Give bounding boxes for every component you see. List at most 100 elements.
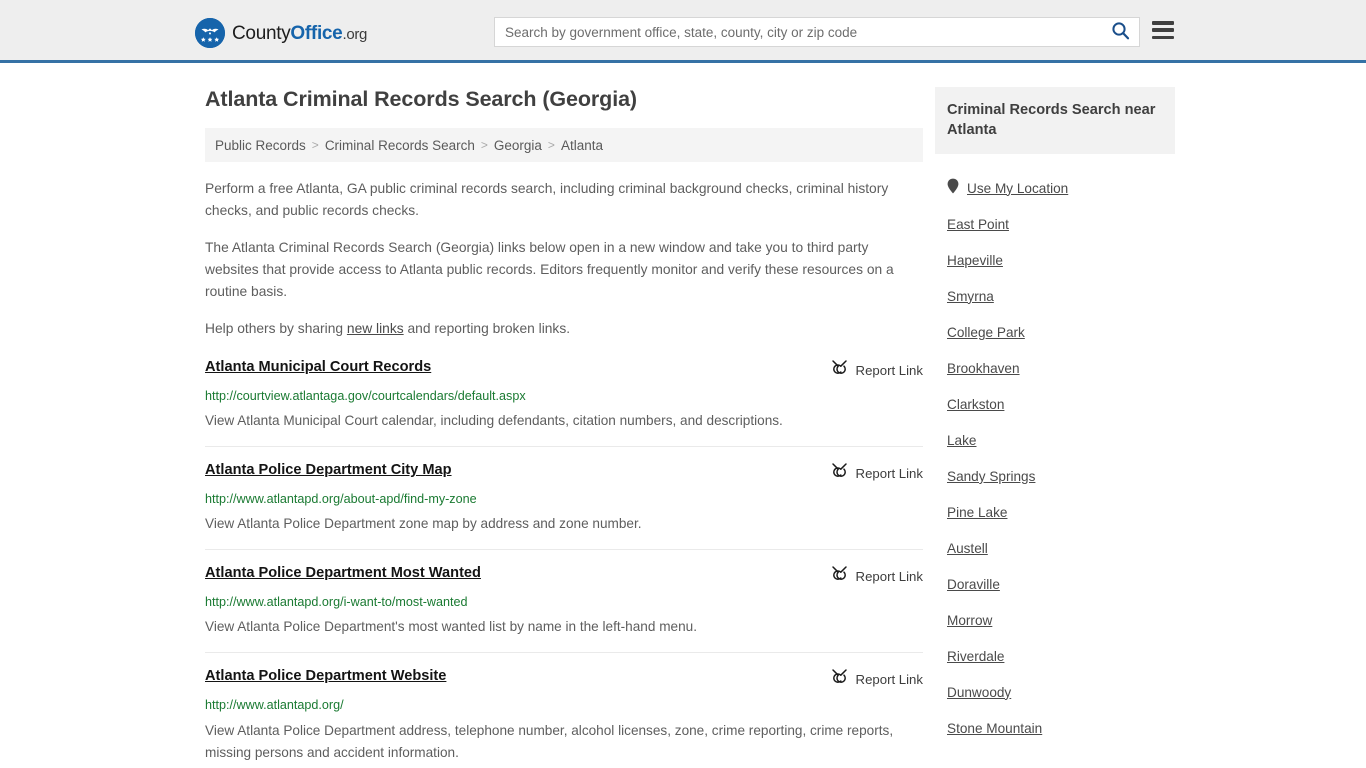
result-description: View Atlanta Police Department address, … [205,722,894,760]
report-link-label: Report Link [855,671,923,687]
sidebar-item-dunwoody[interactable]: Dunwoody [935,674,1175,710]
breadcrumb: Public Records > Criminal Records Search… [205,128,923,162]
map-pin-icon [947,178,959,199]
sidebar-link[interactable]: Dunwoody [947,685,1011,700]
report-link-button[interactable]: Report Link [831,461,923,484]
search-bar[interactable] [494,17,1140,47]
result-title-link[interactable]: Atlanta Municipal Court Records [205,358,431,376]
result-title-link[interactable]: Atlanta Police Department Most Wanted [205,564,481,582]
sidebar-item-smyrna[interactable]: Smyrna [935,278,1175,314]
sidebar-link[interactable]: Lake [947,433,976,448]
sidebar-item-lake[interactable]: Lake [935,422,1175,458]
sidebar-link[interactable]: Clarkston [947,397,1004,412]
sidebar-link[interactable]: Sandy Springs [947,469,1035,484]
sidebar-link[interactable]: Pine Lake [947,505,1007,520]
sidebar-heading: Criminal Records Search near Atlanta [935,87,1175,155]
broken-link-icon [831,359,848,381]
sidebar-item-hapeville[interactable]: Hapeville [935,242,1175,278]
help-line-before: Help others by sharing [205,320,347,336]
result-title-link[interactable]: Atlanta Police Department Website [205,667,446,685]
sidebar-item-stone-mountain[interactable]: Stone Mountain [935,710,1175,746]
report-link-button[interactable]: Report Link [831,564,923,587]
use-my-location-link[interactable]: Use My Location [967,181,1068,196]
sidebar-item-brookhaven[interactable]: Brookhaven [935,350,1175,386]
sidebar-item-doraville[interactable]: Doraville [935,566,1175,602]
result-header: Atlanta Police Department City Map Repor… [205,461,923,484]
result-description: View Atlanta Municipal Court calendar, i… [205,413,783,429]
sidebar-item-clarkston[interactable]: Clarkston [935,386,1175,422]
sidebar-item-college-park[interactable]: College Park [935,314,1175,350]
help-line: Help others by sharing new links and rep… [205,318,917,340]
sidebar-link[interactable]: Riverdale [947,649,1004,664]
sidebar-item-austell[interactable]: Austell [935,530,1175,566]
report-link-label: Report Link [855,568,923,584]
new-links-link[interactable]: new links [347,321,404,336]
breadcrumb-separator-icon: > [547,138,555,152]
sidebar-link[interactable]: Brookhaven [947,361,1020,376]
result-item: Atlanta Police Department Website Report… [205,667,923,768]
result-header: Atlanta Municipal Court Records Report L… [205,358,923,381]
broken-link-icon [831,565,848,587]
report-link-label: Report Link [855,465,923,481]
sidebar-link[interactable]: Austell [947,541,988,556]
intro-text: Perform a free Atlanta, GA public crimin… [205,178,923,340]
site-header: CountyOffice.org [0,0,1366,63]
sidebar-link[interactable]: Morrow [947,613,992,628]
sidebar-item-use-my-location[interactable]: Use My Location [935,170,1175,206]
breadcrumb-item-criminal-records-search[interactable]: Criminal Records Search [325,138,475,153]
sidebar-item-riverdale[interactable]: Riverdale [935,638,1175,674]
hamburger-bar [1152,35,1174,39]
hamburger-bar [1152,21,1174,25]
result-header: Atlanta Police Department Website Report… [205,667,923,690]
breadcrumb-item-georgia[interactable]: Georgia [494,138,542,153]
search-input[interactable] [495,18,1101,46]
main-content: Atlanta Criminal Records Search (Georgia… [205,87,923,768]
breadcrumb-item-atlanta[interactable]: Atlanta [561,138,603,153]
site-logo[interactable]: CountyOffice.org [195,18,367,48]
intro-paragraph-1: Perform a free Atlanta, GA public crimin… [205,181,889,219]
sidebar-link[interactable]: Smyrna [947,289,994,304]
sidebar-link[interactable]: Doraville [947,577,1000,592]
logo-text-office: Office [290,22,343,44]
site-logo-text: CountyOffice.org [232,24,367,43]
broken-link-icon [831,668,848,690]
report-link-button[interactable]: Report Link [831,358,923,381]
sidebar: Criminal Records Search near Atlanta Use… [935,87,1175,746]
result-header: Atlanta Police Department Most Wanted Re… [205,564,923,587]
result-title-link[interactable]: Atlanta Police Department City Map [205,461,452,479]
results-list: Atlanta Municipal Court Records Report L… [205,356,923,768]
sidebar-nearby-list: Use My Location East Point Hapeville Smy… [935,170,1175,746]
sidebar-item-east-point[interactable]: East Point [935,206,1175,242]
broken-link-icon [831,462,848,484]
result-item: Atlanta Police Department Most Wanted Re… [205,564,923,654]
hamburger-bar [1152,28,1174,32]
hamburger-menu-icon[interactable] [1152,21,1174,39]
sidebar-item-sandy-springs[interactable]: Sandy Springs [935,458,1175,494]
sidebar-item-pine-lake[interactable]: Pine Lake [935,494,1175,530]
help-line-after: and reporting broken links. [403,320,571,336]
result-url[interactable]: http://www.atlantapd.org/i-want-to/most-… [205,595,923,610]
report-link-label: Report Link [855,362,923,378]
logo-text-tld: .org [342,25,368,43]
sidebar-link[interactable]: College Park [947,325,1025,340]
breadcrumb-item-public-records[interactable]: Public Records [215,138,306,153]
result-url[interactable]: http://www.atlantapd.org/ [205,698,923,713]
result-url[interactable]: http://www.atlantapd.org/about-apd/find-… [205,492,923,507]
page-title: Atlanta Criminal Records Search (Georgia… [205,87,637,111]
sidebar-item-morrow[interactable]: Morrow [935,602,1175,638]
sidebar-link[interactable]: Hapeville [947,253,1003,268]
breadcrumb-separator-icon: > [480,138,488,152]
result-description: View Atlanta Police Department zone map … [205,516,642,532]
result-item: Atlanta Police Department City Map Repor… [205,461,923,551]
sidebar-link[interactable]: East Point [947,217,1009,232]
breadcrumb-separator-icon: > [311,138,319,152]
search-button[interactable] [1101,18,1139,46]
sidebar-link[interactable]: Stone Mountain [947,721,1042,736]
logo-text-county: County [232,22,291,44]
result-description: View Atlanta Police Department's most wa… [205,619,697,635]
result-item: Atlanta Municipal Court Records Report L… [205,356,923,448]
result-url[interactable]: http://courtview.atlantaga.gov/courtcale… [205,389,923,404]
intro-paragraph-2: The Atlanta Criminal Records Search (Geo… [205,239,894,300]
report-link-button[interactable]: Report Link [831,667,923,690]
search-icon [1111,21,1130,43]
